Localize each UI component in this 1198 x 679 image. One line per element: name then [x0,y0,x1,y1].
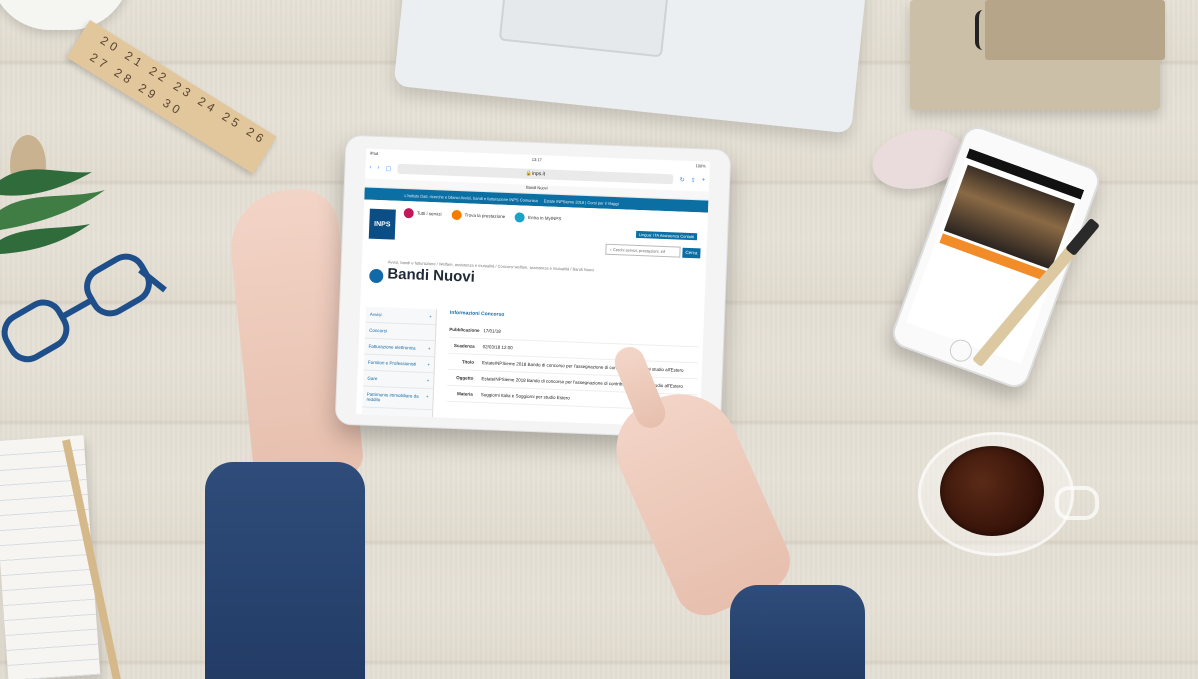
find-service-label: Trova la prestazione [464,212,506,220]
search-input[interactable]: ⌕ Cerchi servizi, prestazioni, inf [605,243,681,258]
expand-icon: + [426,377,430,384]
reload-icon[interactable]: ↻ [680,176,685,183]
search-area: ⌕ Cerchi servizi, prestazioni, inf Cerca [605,243,701,259]
bookmarks-icon[interactable]: ▢ [385,165,391,172]
info-key: Titolo [461,359,475,365]
services-icon [403,207,414,219]
user-icon [514,212,526,223]
expand-icon: + [427,362,431,368]
info-key: Oggetto [456,375,474,381]
share-icon[interactable]: ⇪ [691,176,696,183]
sidebar-item-label: Avvisi [369,311,382,318]
page-title: Bandi Nuovi [387,265,476,286]
mug-handle [1055,486,1099,520]
notebook-cover [985,0,1165,60]
new-tab-icon[interactable]: + [702,177,706,183]
sidebar-item-label: Concorsi [369,327,388,334]
info-key: Materia [456,391,473,397]
find-service-link[interactable]: Trova la prestazione [451,209,506,222]
tea [940,446,1044,536]
sidebar-item-label: Gare [367,375,378,382]
sidebar-item-label: Fornitori e Professionisti [367,359,417,367]
expand-icon: + [429,314,432,320]
search-icon: ⌕ [609,246,612,252]
plant [0,135,105,254]
top-links-right[interactable]: Estate INPSieme 2018 | Corsi per il Viag… [544,198,619,206]
info-key: Pubblicazione [449,326,480,333]
inps-logo[interactable]: INPS [368,208,396,240]
tablet-screen: iPad 13:17 100% ‹ › ▢ 🔒 inps.it ↻ ⇪ + Ba… [355,148,710,428]
sidebar-item-patrimonio[interactable]: Patrimonio immobiliare da reddito + [362,386,434,411]
right-sleeve [730,585,865,679]
left-sleeve [205,462,365,679]
expand-icon: + [425,393,429,400]
battery-level: 100% [695,162,706,169]
desk-scene: 20 21 22 23 24 25 26 27 28 29 30 iPad 13… [0,0,1198,679]
sidebar-menu: Avvisi + Concorsi Fatturazione elettronic… [361,306,438,420]
eyeglasses [1,253,167,363]
bulb-icon [451,209,462,221]
all-services-label: Tutti i servizi [416,210,442,217]
trackpad [498,0,670,58]
device-label: iPad [369,150,379,156]
forward-icon[interactable]: › [377,165,379,171]
notepad [0,435,101,679]
url-text: inps.it [531,170,546,178]
myinps-link[interactable]: Entra in MyINPS [514,212,562,224]
sidebar-item-label: Fatturazione elettronica [368,343,416,351]
clock: 13:17 [531,156,542,162]
document-icon [369,268,384,284]
back-icon[interactable]: ‹ [369,165,371,171]
language-links[interactable]: Lingua: ITA Assistenza Contatti [635,230,698,241]
search-placeholder: Cerchi servizi, prestazioni, inf [612,247,665,255]
myinps-label: Entra in MyINPS [528,214,562,222]
info-key: Scadenza [453,343,475,349]
search-button[interactable]: Cerca [682,247,701,258]
sidebar-item-label: Patrimonio immobiliare da reddito [366,391,419,403]
expand-icon: + [427,346,431,352]
notebook-spiral [975,10,995,50]
all-services-link[interactable]: Tutti i servizi [403,207,442,219]
